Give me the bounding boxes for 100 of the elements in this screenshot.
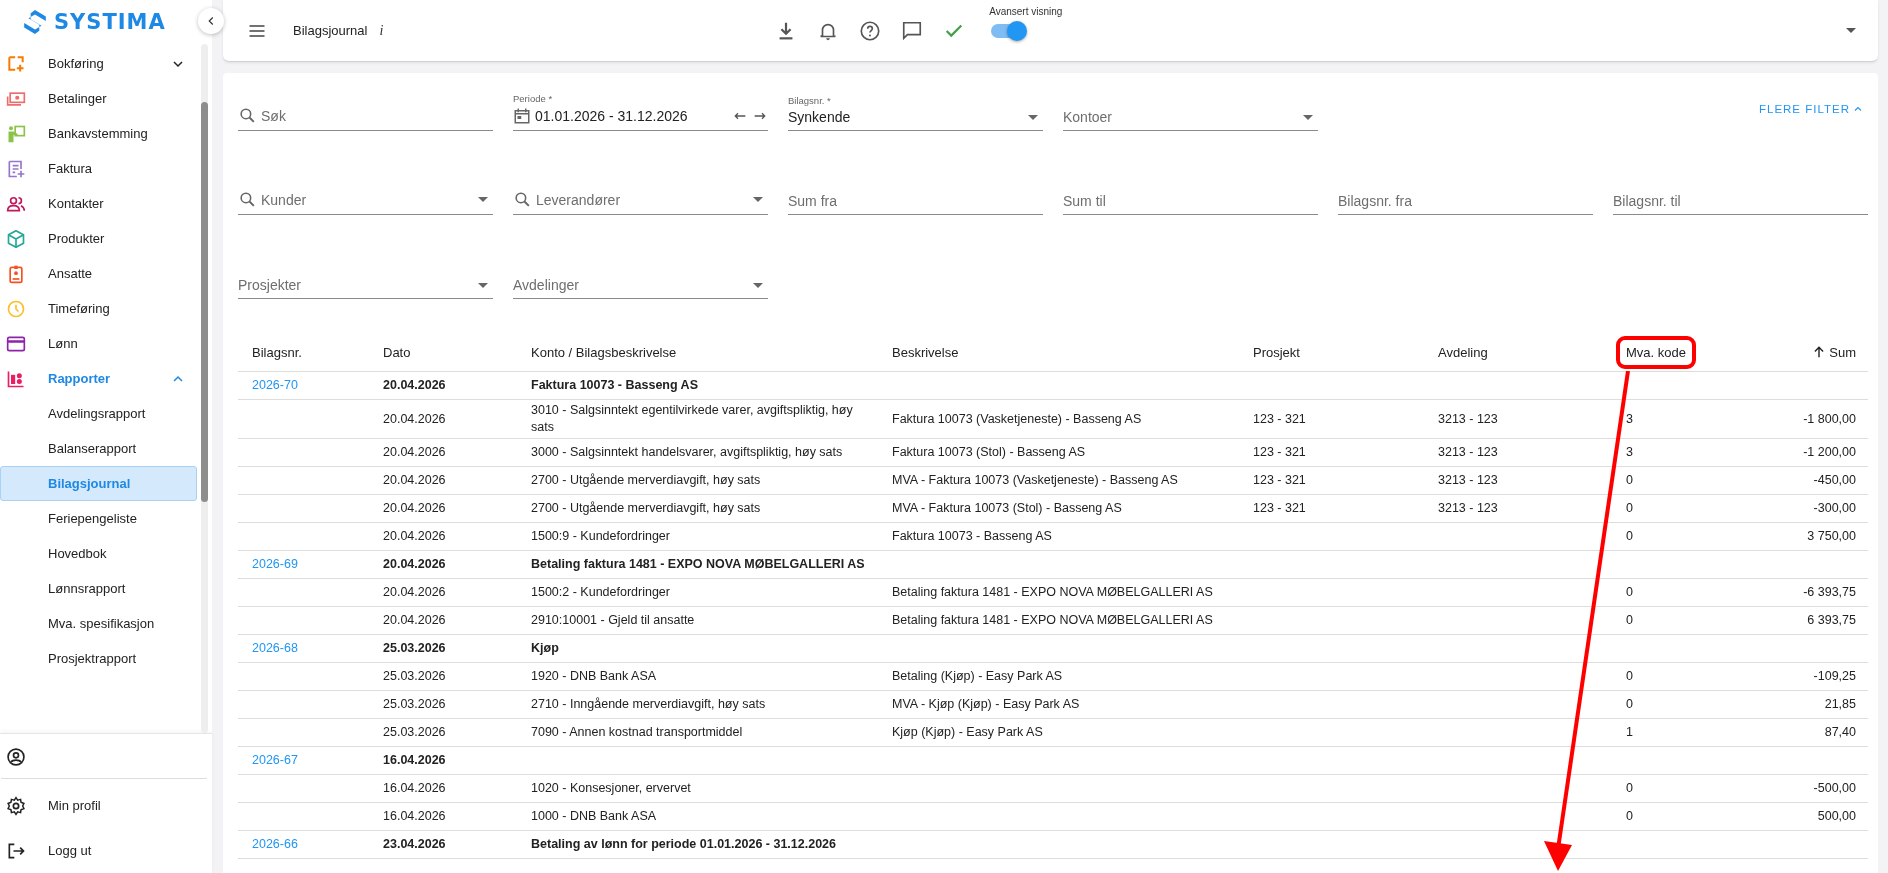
sidebar-item[interactable]: Lønn: [0, 326, 197, 361]
table-cell: 1020 - Konsesjoner, ervervet: [531, 780, 691, 797]
table-cell: 123 - 321: [1253, 500, 1306, 517]
table-cell: Faktura 10073 - Basseng AS: [892, 528, 1052, 545]
table-cell: 123 - 321: [1253, 472, 1306, 489]
sidebar-subitem[interactable]: Feriepengeliste: [0, 501, 197, 536]
toggle-switch[interactable]: [991, 21, 1028, 41]
table-cell: -450,00: [1813, 472, 1856, 489]
table-cell: 21,85: [1824, 696, 1856, 713]
table-cell: 20.04.2026: [383, 377, 446, 394]
table-cell: 1500:9 - Kundefordringer: [531, 528, 670, 545]
help-button[interactable]: [859, 19, 882, 42]
table-cell: MVA - Faktura 10073 (Vasketjeneste) - Basseng AS: [892, 472, 1178, 489]
table-cell: 3 750,00: [1807, 528, 1856, 545]
table-cell: 3000 - Salgsinntekt handelsvarer, avgiftspliktig, høy sats: [531, 444, 843, 461]
search-icon: [513, 190, 532, 209]
cube-icon: [6, 228, 26, 249]
caret-icon: [753, 282, 763, 288]
caret-icon: [478, 197, 488, 202]
sidebar-item[interactable]: Logg ut: [0, 828, 208, 873]
table-cell: 0: [1626, 472, 1633, 489]
table-cell: 20.04.2026: [383, 500, 446, 517]
toggle-label: Avansert visning: [989, 6, 1063, 17]
presenter-board-icon: [6, 123, 26, 144]
table-cell: Faktura 10073 (Vasketjeneste) - Basseng AS: [892, 410, 1142, 428]
column-header[interactable]: Sum: [1812, 344, 1856, 360]
column-header: Avdeling: [1438, 344, 1488, 360]
table-cell: Faktura 10073 (Stol) - Basseng AS: [892, 444, 1086, 461]
select-field[interactable]: Bilagsnr. * Synkende: [788, 87, 1043, 131]
id-badge-icon: [6, 263, 26, 284]
chat-icon: [901, 19, 924, 42]
select-field[interactable]: Kunder: [238, 171, 493, 215]
sidebar-subitem[interactable]: Mva. spesifikasjon: [0, 606, 197, 641]
table-cell: Kjøp (Kjøp) - Easy Park AS: [892, 724, 1043, 741]
table-cell: 20.04.2026: [383, 444, 446, 461]
sidebar-subitem[interactable]: Hovedbok: [0, 536, 197, 571]
table-cell: 16.04.2026: [383, 752, 446, 769]
sidebar-item[interactable]: Min profil: [0, 783, 208, 828]
table-cell: 20.04.2026: [383, 556, 446, 573]
sidebar-subitem[interactable]: Avdelingsrapport: [0, 396, 197, 431]
table-cell: 123 - 321: [1253, 444, 1306, 461]
sidebar-subitem[interactable]: Lønnsrapport: [0, 571, 197, 606]
table-cell: 87,40: [1824, 724, 1856, 741]
table-cell: Betaling faktura 1481 - EXPO NOVA MØBELGALLERI AS: [892, 584, 1213, 601]
chat-button[interactable]: [901, 19, 924, 42]
table-cell: Betaling faktura 1481 - EXPO NOVA MØBELGALLERI AS: [531, 556, 865, 573]
sidebar-item[interactable]: Faktura: [0, 151, 197, 186]
table-cell: 0: [1626, 808, 1633, 825]
sidebar-item[interactable]: Produkter: [0, 221, 197, 256]
table-cell: Betaling (Kjøp) - Easy Park AS: [892, 668, 1063, 685]
text-field[interactable]: Bilagsnr. til: [1613, 171, 1868, 215]
column-header: Prosjekt: [1253, 344, 1300, 360]
table-cell: 0: [1626, 500, 1633, 517]
table-cell: 25.03.2026: [383, 696, 446, 713]
select-field[interactable]: Kontoer: [1063, 87, 1318, 131]
sidebar-item[interactable]: Ansatte: [0, 256, 197, 291]
table-cell: MVA - Faktura 10073 (Stol) - Basseng AS: [892, 500, 1122, 517]
page-title: Bilagsjournal: [293, 23, 368, 38]
sidebar-item[interactable]: Kontakter: [0, 186, 197, 221]
logo-icon: [22, 9, 48, 35]
scrollbar[interactable]: [201, 44, 208, 733]
table-cell: 3213 - 123: [1438, 500, 1498, 517]
table-cell: 20.04.2026: [383, 612, 446, 629]
search-icon: [238, 190, 257, 209]
clock-icon: [6, 298, 26, 319]
settings-icon: [6, 795, 26, 816]
text-field[interactable]: Bilagsnr. fra: [1338, 171, 1593, 215]
dropdown-button[interactable]: [1846, 28, 1856, 33]
table-cell: 25.03.2026: [383, 640, 446, 657]
text-field[interactable]: Sum fra: [788, 171, 1043, 215]
select-field[interactable]: Avdelinger: [513, 255, 768, 299]
column-header: Beskrivelse: [892, 344, 959, 360]
table-cell: 0: [1626, 584, 1633, 601]
sidebar-subitem[interactable]: Prosjektrapport: [0, 641, 197, 676]
sidebar-item[interactable]: Bankavstemming: [0, 116, 197, 151]
table-cell: 1000 - DNB Bank ASA: [531, 808, 657, 825]
sidebar-item[interactable]: Rapporter: [0, 361, 197, 396]
column-header: Dato: [383, 344, 411, 360]
info-icon[interactable]: i: [379, 22, 384, 39]
sidebar-item[interactable]: Bokføring: [0, 46, 197, 81]
select-field[interactable]: Prosjekter: [238, 255, 493, 299]
sidebar-item[interactable]: Betalinger: [0, 81, 197, 116]
table-cell: 0: [1626, 612, 1633, 629]
table-cell: 3: [1626, 444, 1633, 461]
select-field[interactable]: Leverandører: [513, 171, 768, 215]
table-cell: 20.04.2026: [383, 410, 446, 428]
sidebar-item[interactable]: Timeføring: [0, 291, 197, 326]
table-cell: 20.04.2026: [383, 528, 446, 545]
date-field[interactable]: Periode * 01.01.2026 - 31.12.2026: [513, 87, 768, 131]
table-cell: 1: [1626, 724, 1633, 741]
table-cell: 2700 - Utgående merverdiavgift, høy sats: [531, 472, 761, 489]
table-cell: 1920 - DNB Bank ASA: [531, 668, 657, 685]
table-cell: 2910:10001 - Gjeld til ansatte: [531, 612, 695, 629]
search-field[interactable]: Søk: [238, 87, 493, 131]
table-cell: -109,25: [1813, 668, 1856, 685]
table-cell: Betaling faktura 1481 - EXPO NOVA MØBELGALLERI AS: [892, 612, 1213, 629]
table-cell: 0: [1626, 780, 1633, 797]
text-field[interactable]: Sum til: [1063, 171, 1318, 215]
brand-name: SYSTIMA: [54, 10, 166, 34]
sidebar-subitem[interactable]: Balanserapport: [0, 431, 197, 466]
